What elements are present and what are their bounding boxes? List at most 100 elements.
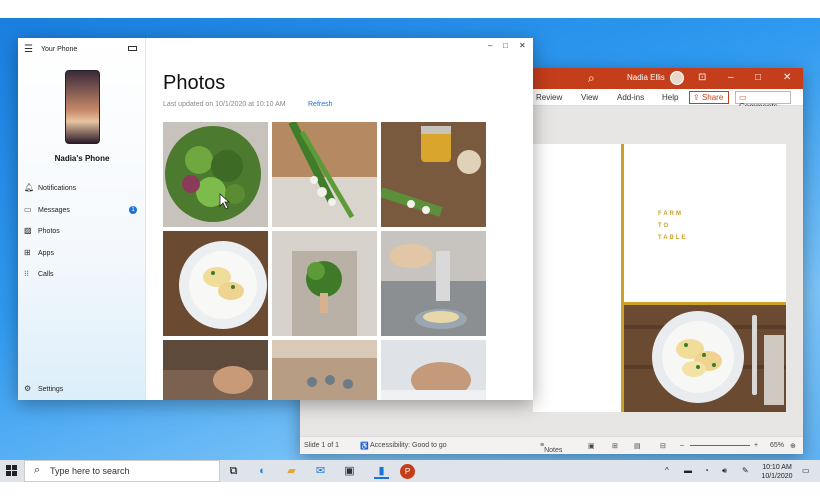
your-phone-taskbar-icon[interactable]: ▮ [374,464,389,479]
volume-icon[interactable]: 🔊︎ [722,466,727,476]
task-view-icon[interactable]: ⧉ [226,464,241,479]
zoom-level[interactable]: 65% [770,442,784,449]
hamburger-menu-icon[interactable]: ☰ [24,44,33,55]
herbs-on-board-image [272,122,377,227]
ravioli-plate-image [624,305,786,412]
photo-thumbnail[interactable] [381,231,486,336]
sidebar-item-label: Apps [38,250,54,257]
zoom-slider[interactable] [690,445,750,446]
slide-blank-panel [533,144,623,412]
zoom-in-icon[interactable]: + [754,442,758,449]
honey-jar-image [381,122,486,227]
accessibility-icon: ♿ [360,443,369,450]
photo-thumbnail[interactable] [381,340,486,400]
sidebar-item-label: Settings [38,386,64,393]
battery-icon [128,46,137,51]
battery-tray-icon[interactable]: ▬ [684,466,692,475]
avatar[interactable] [670,71,684,85]
sidebar-item-apps[interactable]: ⊞ Apps [24,248,140,260]
photo-thumbnail[interactable] [163,340,268,400]
message-icon: ▭ [24,205,32,214]
sidebar-item-photos[interactable]: ▨ Photos [24,226,140,238]
notes-button[interactable]: ≡ Notes [540,442,562,454]
photo-thumbnail[interactable] [163,122,268,227]
pasta-shapes-image [272,340,377,400]
zoom-out-icon[interactable]: – [680,442,684,449]
refresh-link[interactable]: Refresh [308,101,333,108]
share-label: Share [701,93,724,102]
ribbon-display-icon[interactable]: ⊡ [698,72,706,83]
ravioli-plate-image [163,231,268,336]
comments-button[interactable]: ▭ Comments [735,91,791,111]
accessibility-status[interactable]: Accessibility: Good to go [370,442,447,449]
share-button[interactable]: ⇪ Share [689,91,729,104]
powerpoint-taskbar-icon[interactable]: P [400,464,415,479]
notification-center-icon[interactable]: ▭ [802,466,810,475]
sidebar-item-settings[interactable]: ⚙ Settings [24,384,140,396]
app-title: Your Phone [41,46,78,53]
file-explorer-icon[interactable]: ▰ [284,464,299,479]
slide[interactable]: FARM TO TABLE [533,144,786,412]
photo-thumbnail[interactable] [381,122,486,227]
your-phone-sidebar: ☰ Your Phone Nadia's Phone 🔔︎ Notificatio… [18,38,146,400]
tab-help[interactable]: Help [662,93,678,102]
reading-view-icon[interactable]: ▤ [634,442,641,450]
page-title: Photos [163,72,226,94]
pen-icon[interactable]: ✎ [742,466,749,475]
photo-icon: ▨ [24,226,32,235]
slide-text-line: TABLE [658,235,688,241]
slide-sorter-icon[interactable]: ⊞ [612,442,618,450]
tab-add-ins[interactable]: Add-ins [617,93,644,102]
photo-thumbnail[interactable] [272,231,377,336]
sidebar-item-messages[interactable]: ▭ Messages [24,205,140,217]
sidebar-item-calls[interactable]: ⁝⁝ Calls [24,269,140,281]
screen: ⌕ Nadia Ellis ⊡ – □ ✕ Review View Add-in… [0,18,820,482]
sidebar-item-label: Messages [38,207,70,214]
normal-view-icon[interactable]: ▣ [588,442,595,450]
photo-thumbnail[interactable] [163,231,268,336]
comment-icon: ▭ [739,93,747,102]
wifi-icon[interactable]: ◔ [704,466,709,475]
user-name: Nadia Ellis [627,73,665,82]
chevron-up-icon[interactable]: ^ [665,466,669,475]
search-placeholder: Type here to search [50,466,130,476]
photos-pane: – □ ✕ Photos Last updated on 10/1/2020 a… [146,38,533,400]
sidebar-item-label: Photos [38,228,60,235]
slide-count: Slide 1 of 1 [304,442,340,449]
clock[interactable]: 10:10 AM 10/1/2020 [757,463,797,481]
share-icon: ⇪ [693,93,700,102]
photo-grid [163,122,486,400]
edge-icon[interactable]: ◐ [255,464,270,479]
slide-food-photo[interactable] [624,305,786,412]
notes-label: Notes [544,447,563,454]
close-icon[interactable]: ✕ [783,72,791,83]
phone-image [65,70,100,144]
apps-icon: ⊞ [24,248,31,257]
photo-thumbnail[interactable] [272,340,377,400]
mail-icon[interactable]: ✉ [313,464,328,479]
slide-title[interactable]: FARM TO TABLE [658,208,688,244]
store-icon[interactable]: ▣ [342,464,357,479]
windows-start-icon[interactable] [6,465,18,477]
clock-time: 10:10 AM [762,464,792,471]
calls-icon: ⁝⁝ [24,269,30,278]
minimize-icon[interactable]: – [728,72,734,83]
taskbar-search-input[interactable]: ⌕ Type here to search [24,460,220,482]
maximize-icon[interactable]: □ [503,41,508,50]
tab-review[interactable]: Review [536,93,562,102]
person-holding-herbs-image [272,231,377,336]
search-icon: ⌕ [34,464,41,476]
close-icon[interactable]: ✕ [519,41,526,50]
tab-view[interactable]: View [581,93,598,102]
your-phone-window[interactable]: ☰ Your Phone Nadia's Phone 🔔︎ Notificatio… [18,38,533,400]
minimize-icon[interactable]: – [488,41,492,50]
sidebar-item-notifications[interactable]: 🔔︎ Notifications [24,183,140,195]
rolling-dough-image [381,340,486,400]
photo-thumbnail[interactable] [272,122,377,227]
fit-slide-icon[interactable]: ⊕ [790,442,796,450]
slideshow-icon[interactable]: ⊟ [660,442,666,450]
grating-cheese-image [381,231,486,336]
maximize-icon[interactable]: □ [755,72,761,83]
search-icon[interactable]: ⌕ [588,71,595,86]
status-bar: Slide 1 of 1 ♿ Accessibility: Good to go… [300,436,803,454]
